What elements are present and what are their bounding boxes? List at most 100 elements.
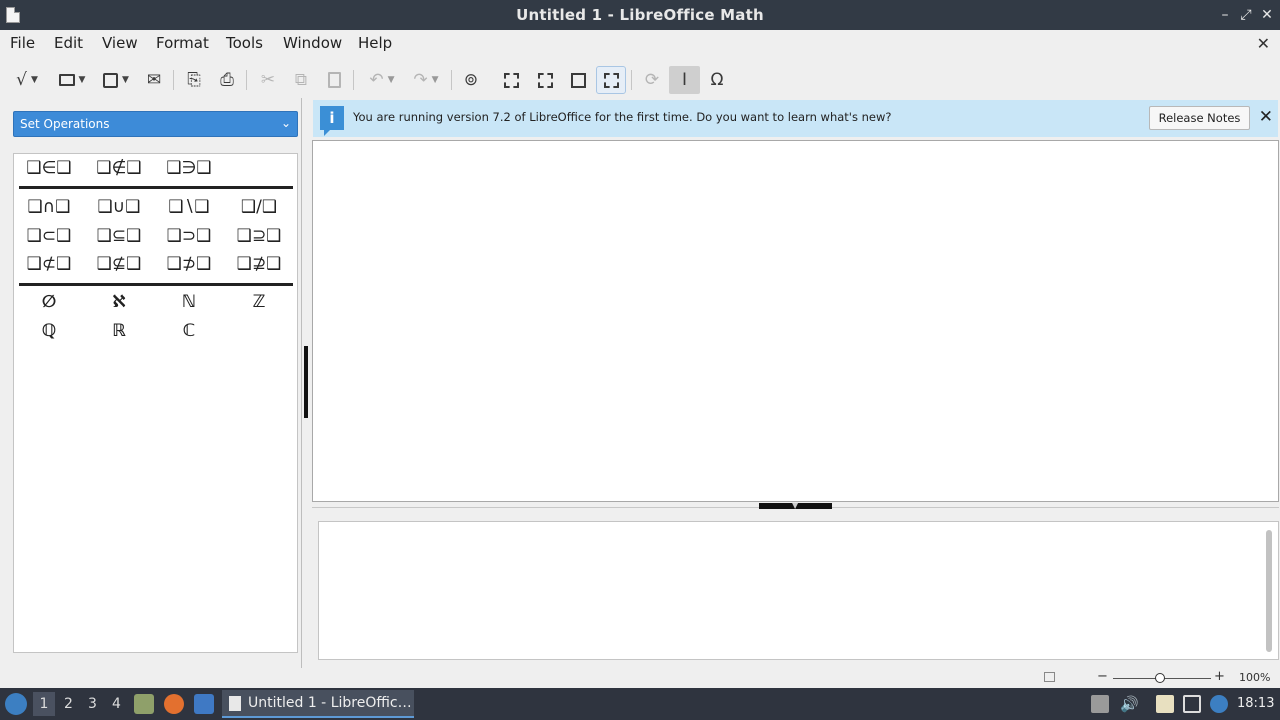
- menu-view[interactable]: View: [102, 34, 138, 52]
- element-reals[interactable]: ℝ: [89, 319, 149, 343]
- show-all-icon: [570, 72, 586, 88]
- tray-updates-icon[interactable]: [1091, 695, 1109, 713]
- panel-splitter-handle[interactable]: [304, 346, 308, 418]
- folder-icon: [58, 74, 75, 86]
- symbols-button[interactable]: Ω: [704, 66, 730, 94]
- title-bar: Untitled 1 - LibreOffice Math – ⤢ ✕: [0, 0, 1280, 30]
- element-not-in[interactable]: ❑∉❑: [89, 156, 149, 180]
- zoom-out-button[interactable]: [532, 66, 558, 94]
- workspace-1[interactable]: 1: [33, 692, 55, 716]
- minimize-button[interactable]: –: [1216, 5, 1234, 25]
- zoom-in-icon[interactable]: +: [1214, 669, 1225, 684]
- element-not-subset-equal[interactable]: ❑⊈❑: [89, 252, 149, 276]
- menu-file[interactable]: File: [10, 34, 35, 52]
- formula-cursor-icon: [603, 72, 619, 88]
- notification-icon[interactable]: [1210, 695, 1228, 713]
- toolbar-separator: [353, 70, 354, 90]
- close-infobar-button[interactable]: ✕: [1259, 107, 1273, 127]
- formula-commands-editor[interactable]: [318, 521, 1279, 660]
- element-complex[interactable]: ℂ: [159, 319, 219, 343]
- maximize-button[interactable]: ⤢: [1237, 5, 1255, 25]
- paste-button[interactable]: [321, 66, 347, 94]
- taskbar-task-libreoffice[interactable]: Untitled 1 - LibreOffic…: [222, 690, 414, 718]
- dropdown-caret-icon: ▼: [431, 75, 439, 85]
- element-intersection[interactable]: ❑∩❑: [19, 195, 79, 219]
- chevron-down-icon: ⌄: [280, 116, 291, 130]
- scissors-icon: ✂: [260, 70, 276, 90]
- export-pdf-button[interactable]: ⎘: [181, 66, 207, 94]
- save-button[interactable]: ▼: [96, 66, 136, 94]
- element-subset[interactable]: ❑⊂❑: [19, 224, 79, 248]
- dropdown-caret-icon: ▼: [78, 75, 86, 85]
- element-in[interactable]: ❑∈❑: [19, 156, 79, 180]
- element-superset-equal[interactable]: ❑⊇❑: [229, 224, 289, 248]
- zoom-level[interactable]: 100%: [1239, 671, 1270, 684]
- elements-separator: [19, 283, 293, 286]
- clipboard-tray-icon[interactable]: [1156, 695, 1174, 713]
- toolbar-separator: [451, 70, 452, 90]
- element-owns[interactable]: ❑∋❑: [159, 156, 219, 180]
- element-difference[interactable]: ❑∖❑: [159, 195, 219, 219]
- file-manager-icon[interactable]: [134, 694, 154, 714]
- element-natural-numbers[interactable]: ℕ: [159, 290, 219, 314]
- zoom-in-button[interactable]: [498, 66, 524, 94]
- update-button[interactable]: ⟳: [639, 66, 665, 94]
- element-not-subset[interactable]: ❑⊄❑: [19, 252, 79, 276]
- cursor-button[interactable]: I: [669, 66, 700, 94]
- menu-tools[interactable]: Tools: [226, 34, 263, 52]
- print-button[interactable]: ⎙: [214, 66, 240, 94]
- menu-edit[interactable]: Edit: [54, 34, 83, 52]
- elements-grid: ❑∈❑ ❑∉❑ ❑∋❑ ❑∩❑ ❑∪❑ ❑∖❑ ❑/❑ ❑⊂❑ ❑⊆❑ ❑⊃❑ …: [13, 153, 298, 653]
- element-subset-equal[interactable]: ❑⊆❑: [89, 224, 149, 248]
- formula-cursor-button[interactable]: [596, 66, 626, 94]
- copy-icon: ⧉: [294, 70, 308, 90]
- formula-preview[interactable]: [312, 140, 1279, 502]
- close-document-button[interactable]: ✕: [1257, 34, 1270, 53]
- zoom-slider-thumb[interactable]: [1155, 673, 1165, 683]
- new-formula-button[interactable]: √ ▼: [8, 66, 46, 94]
- desktop-icon[interactable]: [194, 694, 214, 714]
- editor-splitter-handle[interactable]: ▼: [759, 501, 832, 510]
- toolbar-separator: [631, 70, 632, 90]
- open-button[interactable]: ▼: [52, 66, 92, 94]
- volume-icon[interactable]: 🔊: [1120, 695, 1139, 713]
- element-superset[interactable]: ❑⊃❑: [159, 224, 219, 248]
- element-aleph[interactable]: ℵ: [89, 290, 149, 314]
- element-not-superset[interactable]: ❑⊅❑: [159, 252, 219, 276]
- status-bar: − + 100%: [0, 668, 1280, 688]
- workspace-4[interactable]: 4: [112, 696, 121, 712]
- email-button[interactable]: ✉: [141, 66, 167, 94]
- menu-format[interactable]: Format: [156, 34, 209, 52]
- menu-bar: File Edit View Format Tools Window Help …: [0, 30, 1280, 58]
- element-category-select[interactable]: Set Operations ⌄: [13, 111, 298, 137]
- start-menu-icon[interactable]: [5, 693, 27, 715]
- firefox-icon[interactable]: [164, 694, 184, 714]
- element-category-value: Set Operations: [20, 117, 110, 131]
- redo-button[interactable]: ↷ ▼: [406, 66, 446, 94]
- toolbar-separator: [173, 70, 174, 90]
- dropdown-caret-icon: ▼: [387, 75, 395, 85]
- zoom-out-icon[interactable]: −: [1097, 669, 1108, 684]
- menu-window[interactable]: Window: [283, 34, 342, 52]
- show-all-button[interactable]: [565, 66, 591, 94]
- element-quotient-set[interactable]: ❑/❑: [229, 195, 289, 219]
- element-empty-set[interactable]: ∅: [19, 290, 79, 314]
- close-window-button[interactable]: ✕: [1258, 5, 1276, 25]
- zoom-100-button[interactable]: ⊚: [458, 66, 484, 94]
- menu-help[interactable]: Help: [358, 34, 392, 52]
- workspace-2[interactable]: 2: [64, 696, 73, 712]
- release-notes-button[interactable]: Release Notes: [1149, 106, 1250, 130]
- info-icon: i: [320, 106, 344, 136]
- panel-splitter[interactable]: [301, 98, 302, 668]
- cut-button[interactable]: ✂: [255, 66, 281, 94]
- element-integers[interactable]: ℤ: [229, 290, 289, 314]
- copy-button[interactable]: ⧉: [288, 66, 314, 94]
- network-icon[interactable]: [1183, 695, 1201, 713]
- libreoffice-math-window: Untitled 1 - LibreOffice Math – ⤢ ✕ File…: [0, 0, 1280, 720]
- element-union[interactable]: ❑∪❑: [89, 195, 149, 219]
- element-not-superset-equal[interactable]: ❑⊉❑: [229, 252, 289, 276]
- workspace-3[interactable]: 3: [88, 696, 97, 712]
- undo-button[interactable]: ↶ ▼: [362, 66, 402, 94]
- commands-scrollbar[interactable]: [1266, 530, 1272, 652]
- element-rationals[interactable]: ℚ: [19, 319, 79, 343]
